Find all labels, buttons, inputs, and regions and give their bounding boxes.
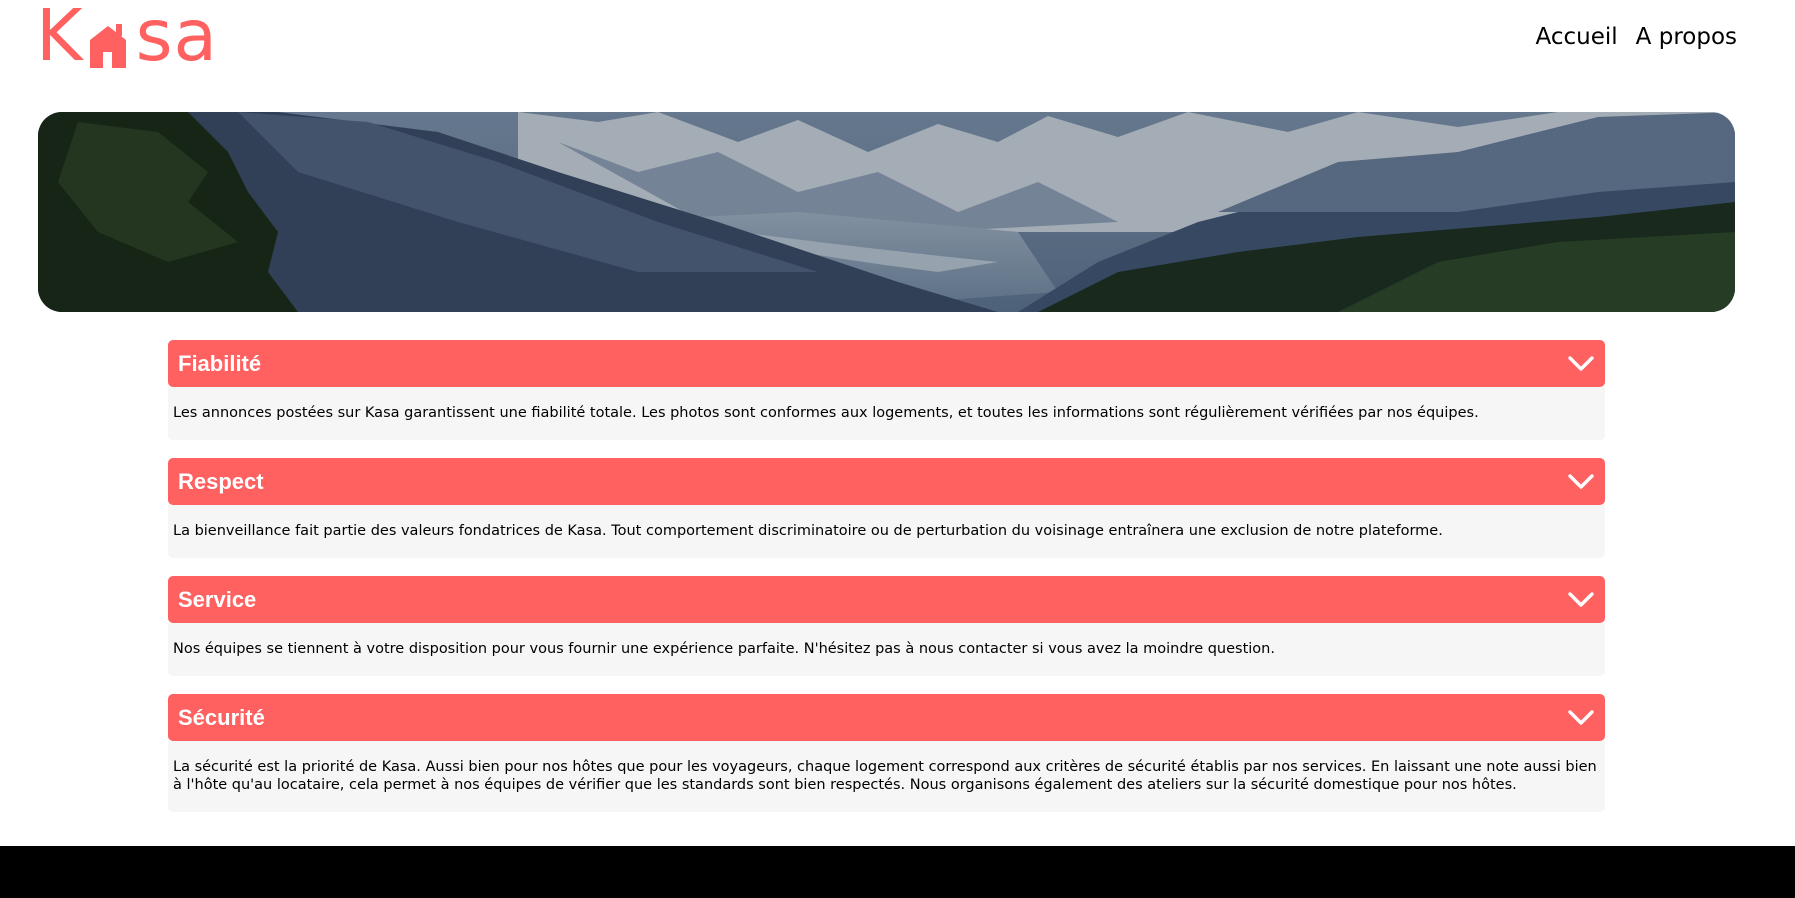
- collapse-title: Service: [178, 586, 257, 612]
- collapse-text: La sécurité est la priorité de Kasa. Aus…: [173, 759, 1597, 793]
- collapse-title: Respect: [178, 468, 264, 494]
- collapse-body: La sécurité est la priorité de Kasa. Aus…: [168, 741, 1605, 812]
- collapse-header-securite[interactable]: Sécurité: [168, 694, 1605, 741]
- collapse-header-fiabilite[interactable]: Fiabilité: [168, 340, 1605, 387]
- collapse-text: Les annonces postées sur Kasa garantisse…: [173, 405, 1479, 421]
- collapse-title: Sécurité: [178, 704, 265, 730]
- about-banner-image: [38, 112, 1735, 312]
- logo-letter-k: K: [36, 0, 84, 77]
- collapse-header-service[interactable]: Service: [168, 576, 1605, 623]
- logo-letters-sa: sa: [135, 0, 219, 77]
- chevron-down-icon[interactable]: [1567, 586, 1595, 614]
- chevron-down-icon[interactable]: [1567, 468, 1595, 496]
- collapse-fiabilite: Fiabilité Les annonces postées sur Kasa …: [168, 340, 1605, 440]
- kasa-logo[interactable]: K sa: [36, 0, 219, 77]
- site-header: K sa Accueil A propos: [0, 0, 1795, 80]
- house-icon: [86, 2, 134, 70]
- chevron-down-icon[interactable]: [1567, 704, 1595, 732]
- collapse-header-respect[interactable]: Respect: [168, 458, 1605, 505]
- chevron-down-icon[interactable]: [1567, 350, 1595, 378]
- nav-link-a-propos[interactable]: A propos: [1636, 20, 1737, 54]
- collapse-body: La bienveillance fait partie des valeurs…: [168, 505, 1605, 558]
- site-footer: [0, 846, 1795, 898]
- collapse-body: Les annonces postées sur Kasa garantisse…: [168, 387, 1605, 440]
- values-collapse-list: Fiabilité Les annonces postées sur Kasa …: [168, 340, 1605, 830]
- collapse-body: Nos équipes se tiennent à votre disposit…: [168, 623, 1605, 676]
- collapse-securite: Sécurité La sécurité est la priorité de …: [168, 694, 1605, 812]
- collapse-title: Fiabilité: [178, 350, 262, 376]
- main-nav: Accueil A propos: [1536, 20, 1737, 54]
- collapse-text: La bienveillance fait partie des valeurs…: [173, 523, 1443, 539]
- collapse-text: Nos équipes se tiennent à votre disposit…: [173, 641, 1275, 657]
- nav-link-accueil[interactable]: Accueil: [1536, 20, 1618, 54]
- collapse-respect: Respect La bienveillance fait partie des…: [168, 458, 1605, 558]
- collapse-service: Service Nos équipes se tiennent à votre …: [168, 576, 1605, 676]
